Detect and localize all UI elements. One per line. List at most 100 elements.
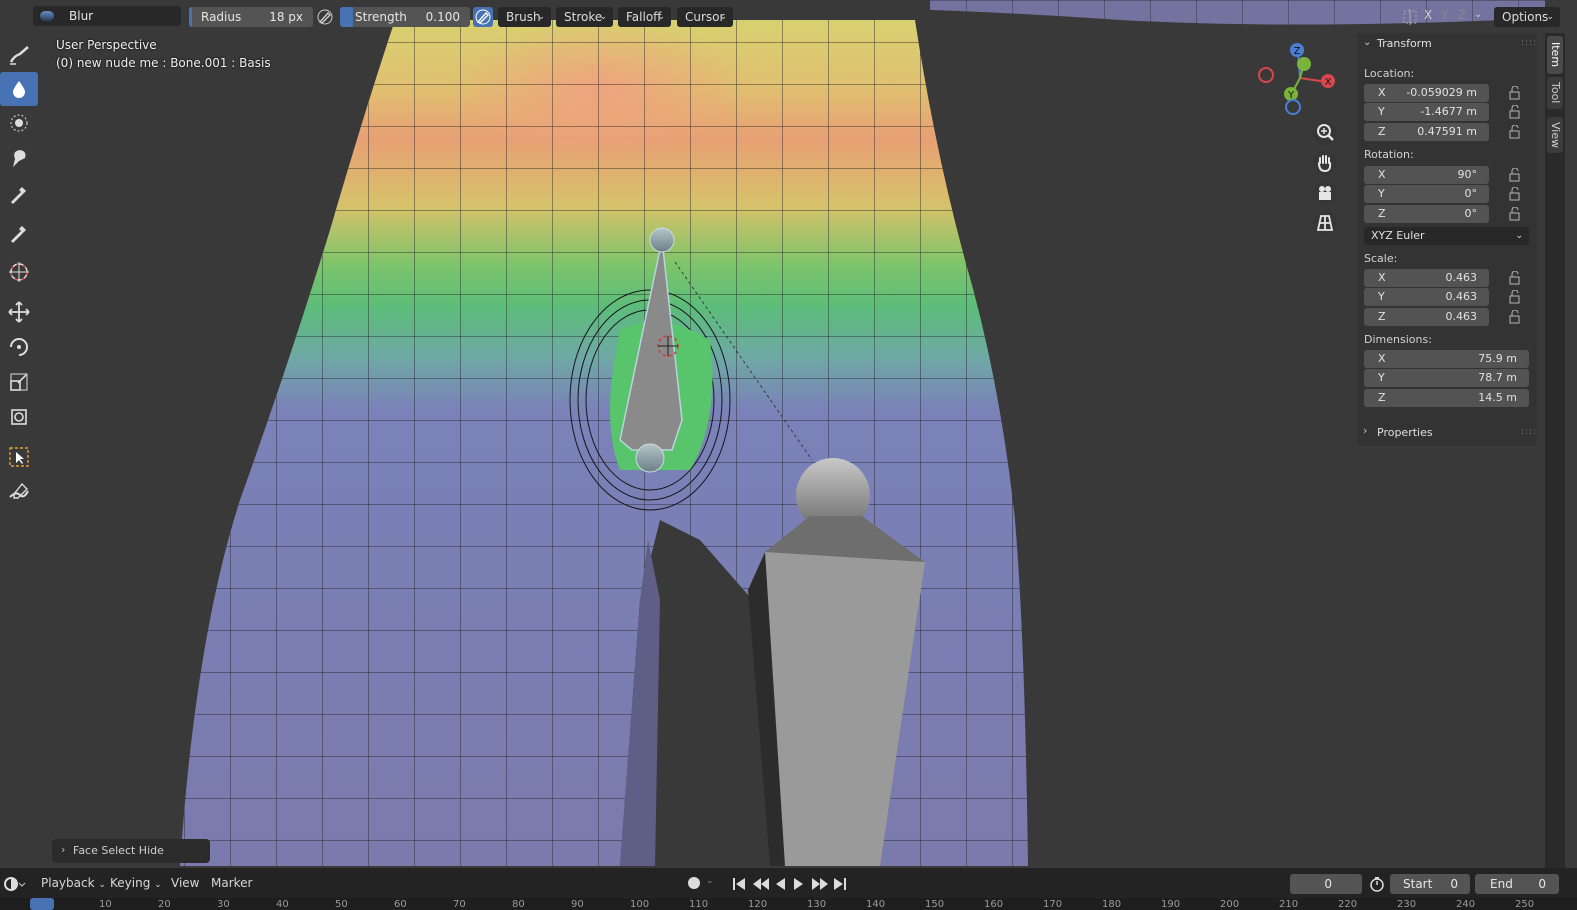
lock-icon[interactable] [1508,310,1522,324]
lock-icon[interactable] [1508,207,1522,221]
brush-selector[interactable]: Blur [33,6,181,27]
playback-menu[interactable]: Playback ⌄ [41,876,106,890]
timeline-editor: Playback ⌄ Keying ⌄ View Marker ⌄ 0 Star… [0,868,1577,910]
dimensions-y-field[interactable]: Y 78.7 m [1364,369,1529,387]
keying-menu[interactable]: Keying ⌄ [110,876,162,890]
chevron-down-icon[interactable]: ⌄ [706,876,714,886]
perspective-grid-icon[interactable] [1313,211,1337,235]
cursor-menu[interactable]: Cursor ⌄ [677,7,733,27]
sidebar-item-panel: ⌄ Transform :::: Location: X -0.059029 m … [1357,33,1537,446]
rotation-z-field[interactable]: Z 0° [1364,205,1489,223]
chevron-down-icon[interactable]: ⌄ [1474,9,1482,20]
draw-brush-tool[interactable] [0,38,38,72]
end-frame-field[interactable]: End 0 [1475,874,1559,894]
location-label: Location: [1364,67,1415,80]
tab-item[interactable]: Item [1547,36,1563,74]
prev-keyframe-icon [753,878,769,890]
drag-handle-icon[interactable]: :::: [1521,38,1537,48]
ruler-tick-label: 170 [1043,899,1063,910]
strength-pressure-icon[interactable] [473,7,493,27]
sample-weight-tool[interactable] [0,177,38,211]
marker-menu[interactable]: Marker [211,876,252,890]
location-x-field[interactable]: X -0.059029 m [1364,84,1489,102]
scale-x-field[interactable]: X 0.463 [1364,269,1489,287]
playback-controls[interactable] [731,876,851,892]
rotation-y-field[interactable]: Y 0° [1364,185,1489,203]
ruler-tick-label: 220 [1338,899,1358,910]
jump-end-icon [844,878,846,890]
mirror-y-toggle[interactable]: Y [1441,8,1448,22]
location-z-field[interactable]: Z 0.47591 m [1364,123,1489,141]
mirror-z-toggle[interactable]: Z [1458,8,1466,22]
average-brush-tool[interactable] [0,141,38,175]
view-menu[interactable]: View [171,876,199,890]
properties-section-title[interactable]: Properties [1377,426,1433,439]
gizmo-z-label: Z [1294,46,1301,57]
lock-icon[interactable] [1508,125,1522,139]
lock-icon[interactable] [1508,290,1522,304]
lock-icon[interactable] [1508,187,1522,201]
rotation-mode-dropdown[interactable]: XYZ Euler ⌄ [1364,227,1529,245]
chevron-down-icon: ⌄ [1515,231,1523,241]
current-frame-field[interactable]: 0 [1290,874,1362,894]
lock-icon[interactable] [1508,86,1522,100]
radius-pressure-icon[interactable] [315,7,335,27]
lock-icon[interactable] [1508,168,1522,182]
dimensions-x-field[interactable]: X 75.9 m [1364,350,1529,368]
stroke-menu[interactable]: Stroke ⌄ [556,7,613,27]
chevron-right-icon[interactable]: › [1363,424,1367,437]
ruler-tick-label: 190 [1161,899,1181,910]
gradient-icon [11,226,26,243]
dimensions-label: Dimensions: [1364,333,1432,346]
brush-menu[interactable]: Brush ⌄ [498,7,551,27]
chevron-down-icon: ⌄ [657,12,665,22]
current-frame-indicator[interactable] [30,898,54,910]
rotate-tool[interactable] [0,330,38,364]
transform-section-title[interactable]: Transform [1377,37,1432,50]
falloff-menu[interactable]: Falloff ⌄ [618,7,671,27]
gradient-tool[interactable] [0,216,38,250]
transform-tool[interactable] [0,400,38,434]
location-y-field[interactable]: Y -1.4677 m [1364,103,1489,121]
radius-field[interactable]: Radius 18 px [189,7,313,27]
ruler-tick-label: 100 [630,899,650,910]
tab-tool[interactable]: Tool [1547,77,1563,109]
start-frame-field[interactable]: Start 0 [1390,874,1470,894]
camera-icon[interactable] [1313,181,1337,205]
pan-hand-icon[interactable] [1313,151,1337,175]
blur-brush-tool[interactable] [0,72,38,106]
smear-brush-tool[interactable] [0,106,38,140]
options-menu[interactable]: Options ⌄ [1494,7,1560,27]
chevron-down-icon: ⌄ [1546,12,1554,22]
zoom-icon[interactable] [1313,121,1337,145]
move-tool[interactable] [0,295,38,329]
select-box-tool[interactable] [0,440,38,474]
chevron-down-icon[interactable]: ⌄ [1363,37,1371,48]
lock-icon[interactable] [1508,105,1522,119]
3d-viewport[interactable]: User Perspective (0) new nude me : Bone.… [0,0,1545,866]
frame-ruler[interactable]: 0102030405060708090100110120130140150160… [0,898,1577,910]
ruler-tick-label: 130 [807,899,827,910]
tab-view[interactable]: View [1547,117,1563,153]
dimensions-z-field[interactable]: Z 14.5 m [1364,389,1529,407]
strength-field[interactable]: Strength 0.100 [340,7,470,27]
stopwatch-icon[interactable] [1369,876,1385,892]
editor-type-icon[interactable] [2,875,26,893]
annotate-tool[interactable] [0,475,38,509]
ruler-tick-label: 50 [335,899,348,910]
drag-handle-icon[interactable]: :::: [1521,427,1537,437]
scale-z-field[interactable]: Z 0.463 [1364,308,1489,326]
cursor-tool[interactable] [0,255,38,289]
mirror-x-toggle[interactable]: X [1424,8,1432,22]
last-operator-panel[interactable]: › Face Select Hide [52,839,210,863]
navigation-gizmo[interactable]: Z X Y [1255,40,1340,120]
rotation-x-field[interactable]: X 90° [1364,166,1489,184]
lock-icon[interactable] [1508,271,1522,285]
ruler-tick-label: 20 [158,899,171,910]
mirror-icon[interactable] [1402,9,1418,25]
scale-y-field[interactable]: Y 0.463 [1364,288,1489,306]
chevron-down-icon: ⌄ [98,880,106,890]
record-icon[interactable] [688,877,700,889]
ruler-tick-label: 180 [1102,899,1122,910]
scale-tool[interactable] [0,365,38,399]
